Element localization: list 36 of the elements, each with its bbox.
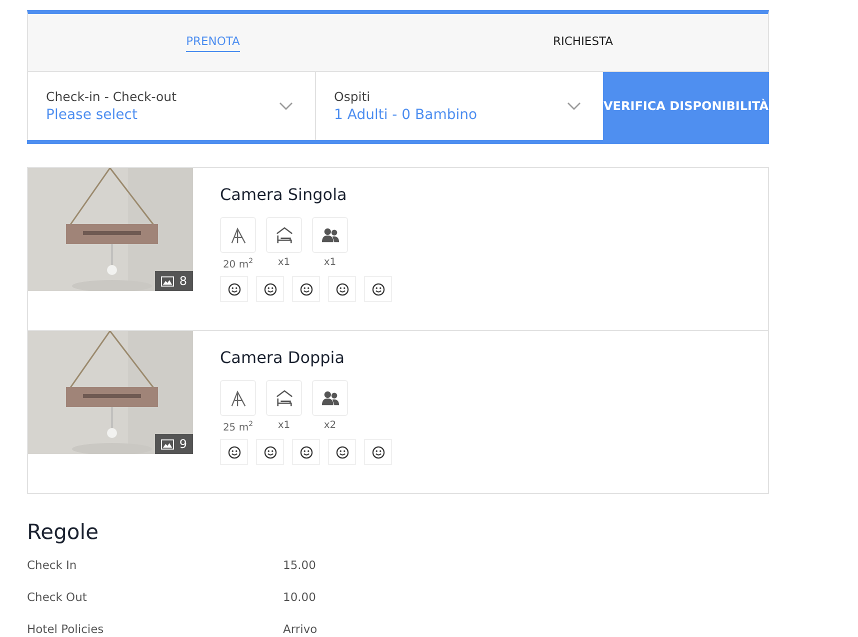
tab[interactable]: RICHIESTA <box>398 14 768 71</box>
drafting-tools-icon <box>220 217 256 253</box>
smiley-icon <box>364 439 392 466</box>
smiley-icon <box>328 439 356 466</box>
chevron-down-icon <box>279 102 293 110</box>
smiley-icon <box>220 439 248 466</box>
smiley-icon <box>256 439 284 466</box>
smiley-icon <box>292 276 320 302</box>
smiley-icon <box>364 276 392 302</box>
room-area: 20 m$^{2}$ <box>222 257 254 270</box>
rule-value: Arrivo <box>283 622 318 637</box>
guest-count: x1 <box>324 257 336 268</box>
smiley-icon <box>292 439 320 466</box>
section-title: Regole <box>27 520 100 544</box>
bed-icon <box>266 380 302 416</box>
smiley-icon <box>328 276 356 302</box>
rule-value: 15.00 <box>283 558 316 574</box>
bed-icon <box>266 217 302 253</box>
chevron-down-icon <box>567 102 581 110</box>
room-name: Camera Doppia <box>220 348 346 367</box>
room-name: Camera Singola <box>220 185 348 204</box>
rule-label: Hotel Policies <box>27 622 105 637</box>
bed-count: x1 <box>278 257 290 268</box>
photo-count-badge[interactable]: 8 <box>155 271 193 291</box>
people-icon <box>312 217 348 253</box>
bed-count: x1 <box>278 420 290 431</box>
people-icon <box>312 380 348 416</box>
rule-value: 10.00 <box>283 590 316 606</box>
smiley-icon <box>220 276 248 302</box>
drafting-tools-icon <box>220 380 256 416</box>
rule-label: Check Out <box>27 590 88 606</box>
rule-label: Check In <box>27 558 78 574</box>
photo-count-badge[interactable]: 9 <box>155 434 193 454</box>
guest-count: x2 <box>324 420 336 431</box>
room-area: 25 m$^{2}$ <box>222 420 254 434</box>
smiley-icon <box>256 276 284 302</box>
